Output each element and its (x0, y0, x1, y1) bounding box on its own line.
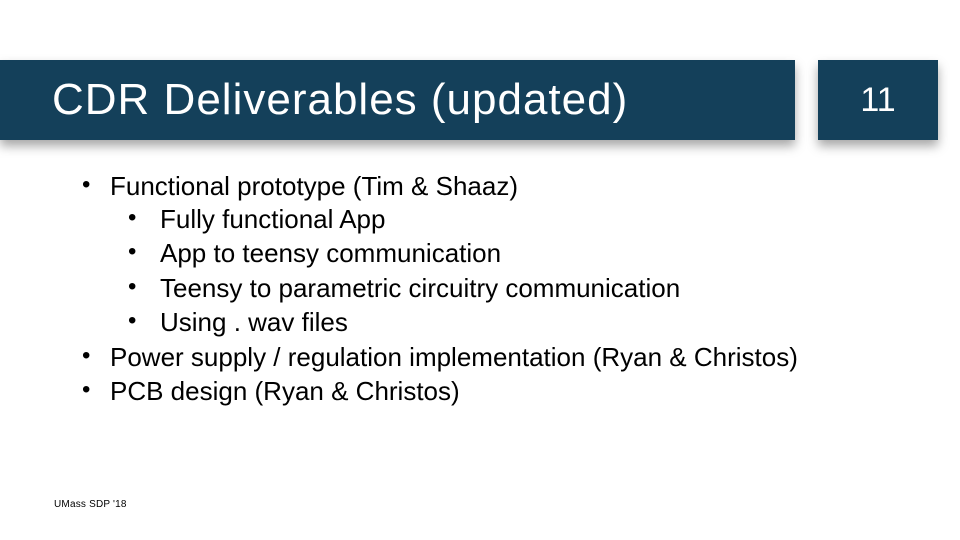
sublist-item-text: Teensy to parametric circuitry communica… (160, 273, 680, 303)
sublist-item-text: App to teensy communication (160, 238, 501, 268)
sublist-item: Using . wav files (128, 306, 898, 339)
page-number-box: 11 (818, 60, 938, 140)
content-area: Functional prototype (Tim & Shaaz) Fully… (78, 170, 898, 410)
bullet-list: Functional prototype (Tim & Shaaz) Fully… (78, 170, 898, 408)
sublist-item: App to teensy communication (128, 237, 898, 270)
page-number: 11 (860, 81, 895, 120)
list-item: Power supply / regulation implementation… (78, 341, 898, 374)
sublist: Fully functional App App to teensy commu… (128, 203, 898, 339)
footer-text: UMass SDP '18 (54, 499, 127, 510)
sublist-item-text: Using . wav files (160, 307, 348, 337)
sublist-item: Teensy to parametric circuitry communica… (128, 272, 898, 305)
list-item: PCB design (Ryan & Christos) (78, 375, 898, 408)
sublist-item: Fully functional App (128, 203, 898, 236)
sublist-item-text: Fully functional App (160, 204, 385, 234)
list-item: Functional prototype (Tim & Shaaz) Fully… (78, 170, 898, 339)
slide-title: CDR Deliverables (updated) (52, 75, 628, 125)
title-bar: CDR Deliverables (updated) (0, 60, 795, 140)
list-item-text: PCB design (Ryan & Christos) (110, 376, 460, 406)
slide: CDR Deliverables (updated) 11 Functional… (0, 0, 960, 540)
list-item-text: Functional prototype (Tim & Shaaz) (110, 171, 518, 201)
list-item-text: Power supply / regulation implementation… (110, 342, 798, 372)
sublist-wrap: Fully functional App App to teensy commu… (110, 203, 898, 339)
